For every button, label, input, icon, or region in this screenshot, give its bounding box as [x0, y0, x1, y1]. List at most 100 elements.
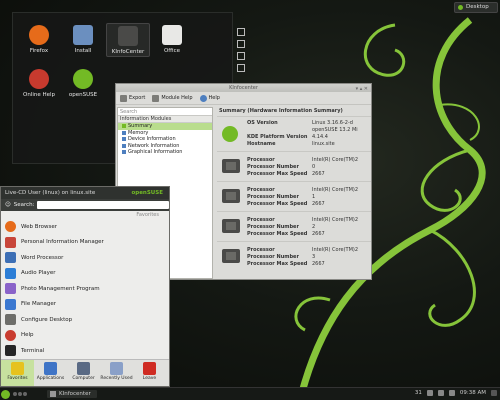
tab-label: Applications: [36, 376, 65, 381]
clock[interactable]: 09:38 AM: [460, 390, 486, 396]
launcher-item-pim[interactable]: Personal Information Manager: [1, 235, 169, 251]
notifications-icon[interactable]: [448, 390, 455, 396]
launcher-item-label: Photo Management Program: [21, 285, 100, 292]
audio-player-icon: [5, 267, 16, 279]
processor-number-key: Processor Number: [247, 194, 299, 200]
install-icon: [73, 25, 93, 45]
launcher-item-file-manager[interactable]: File Manager: [1, 297, 169, 313]
configure-desktop-icon: [5, 314, 16, 326]
processor-speed-value: 2667: [312, 201, 325, 207]
processor-block: Processor Intel(R) Core(TM)2 Processor Nu…: [217, 241, 371, 271]
photo-management-icon: [5, 283, 16, 295]
resize-icon[interactable]: [237, 28, 245, 36]
kde-version-row: KDE Platform Version 4.14.4: [247, 134, 371, 141]
window-titlebar[interactable]: KInfocenter ▾ ▴ ✕: [116, 84, 371, 92]
launcher-brand: openSUSE: [131, 190, 163, 196]
desktop-icon-label: Install: [74, 48, 92, 54]
desktop-1[interactable]: [13, 392, 17, 396]
module-search-input[interactable]: Search: [118, 108, 212, 116]
volume-icon[interactable]: [426, 390, 433, 396]
firefox-icon: [29, 25, 49, 45]
export-button[interactable]: Export: [120, 94, 145, 102]
launcher-item-label: Web Browser: [21, 223, 58, 230]
desktop-icon-kinfocenter[interactable]: KInfoCenter: [106, 23, 150, 57]
os-distro-row: openSUSE 13.2 Mi: [247, 127, 371, 134]
desktop-icon-firefox[interactable]: Firefox: [17, 25, 61, 54]
desktop-icon-opensuse[interactable]: openSUSE: [61, 69, 105, 98]
desktop-toolbox-button[interactable]: Desktop: [454, 2, 498, 13]
processor-speed-row: Processor Max Speed 2667: [247, 201, 371, 208]
processor-key: Processor: [247, 217, 275, 223]
tab-leave[interactable]: Leave: [133, 360, 166, 386]
launcher-item-configure-desktop[interactable]: Configure Desktop: [1, 312, 169, 328]
network-tray-icon[interactable]: [437, 390, 444, 396]
processor-key: Processor: [247, 247, 275, 253]
summary-title: Summary (Hardware Information Summary): [219, 108, 343, 114]
computer-icon: [77, 362, 90, 375]
processor-icon: [222, 249, 240, 263]
move-icon[interactable]: [237, 64, 245, 72]
pim-icon: [5, 236, 16, 248]
processor-number-key: Processor Number: [247, 254, 299, 260]
processor-block: Processor Intel(R) Core(TM)2 Processor Nu…: [217, 151, 371, 181]
window-buttons[interactable]: ▾ ▴ ✕: [356, 85, 368, 93]
processor-value: Intel(R) Core(TM)2: [312, 187, 359, 193]
launcher-item-photo-management[interactable]: Photo Management Program: [1, 281, 169, 297]
processor-number-value: 0: [312, 164, 316, 170]
module-label: Summary: [128, 123, 153, 129]
online-help-icon: [29, 69, 49, 89]
module-label: Memory: [128, 129, 149, 136]
processor-key: Processor: [247, 157, 275, 163]
tab-label: Favorites: [7, 376, 28, 381]
help-menu-button[interactable]: Help: [199, 94, 220, 102]
desktop-3[interactable]: [23, 392, 27, 396]
module-item-graphical-information[interactable]: Graphical Information: [118, 149, 212, 156]
system-tray: 31 09:38 AM: [415, 390, 497, 396]
virtual-desktop-pager[interactable]: [13, 392, 27, 396]
application-launcher-button[interactable]: [1, 389, 10, 399]
launcher-item-word-processor[interactable]: Word Processor: [1, 250, 169, 266]
hostname-value: linux.site: [312, 141, 335, 147]
launcher-search-input[interactable]: [37, 201, 169, 209]
web-browser-icon: [5, 221, 16, 233]
taskbar: KInfocenter 31 09:38 AM: [0, 387, 500, 400]
desktop-icon-label: Online Help: [22, 92, 56, 98]
processor-icon: [222, 159, 240, 173]
taskbar-task-kinfocenter[interactable]: KInfocenter: [47, 390, 97, 398]
folder-view-handle[interactable]: [237, 28, 247, 76]
hostname-key: Hostname: [247, 141, 276, 147]
processor-row: Processor Intel(R) Core(TM)2: [247, 247, 371, 254]
module-help-label: Module Help: [161, 95, 193, 101]
tab-computer[interactable]: Computer: [67, 360, 100, 386]
processor-number-row: Processor Number 0: [247, 164, 371, 171]
hostname-row: Hostname linux.site: [247, 141, 371, 148]
tab-applications[interactable]: Applications: [34, 360, 67, 386]
kinfocenter-icon: [118, 26, 138, 46]
module-label: Graphical Information: [128, 149, 183, 155]
office-icon: [162, 25, 182, 45]
desktop-icon-install[interactable]: Install: [61, 25, 105, 54]
recently-used-icon: [110, 362, 123, 375]
toolbar: Export Module Help Help: [116, 92, 371, 105]
desktop-icon-online-help[interactable]: Online Help: [17, 69, 61, 98]
launcher-item-label: Terminal: [21, 347, 45, 354]
settings-icon[interactable]: [237, 52, 245, 60]
launcher-item-audio-player[interactable]: Audio Player: [1, 266, 169, 282]
launcher-item-web-browser[interactable]: Web Browser: [1, 219, 169, 235]
application-launcher: Live-CD User (linux) on linux.site openS…: [0, 186, 170, 387]
processor-number-row: Processor Number 2: [247, 224, 371, 231]
rotate-icon[interactable]: [237, 40, 245, 48]
os-info-block: OS Version Linux 3.16.6-2-d openSUSE 13.2…: [217, 116, 371, 151]
desktop-icon-office[interactable]: Office: [150, 25, 194, 54]
opensuse-icon: [73, 69, 93, 89]
panel-toolbox-icon[interactable]: [491, 390, 497, 396]
launcher-item-terminal[interactable]: Terminal: [1, 343, 169, 359]
processor-speed-value: 2667: [312, 261, 325, 267]
module-help-button[interactable]: Module Help: [152, 94, 193, 102]
window-title: KInfocenter: [229, 85, 258, 91]
processor-number-row: Processor Number 1: [247, 194, 371, 201]
tab-favorites[interactable]: Favorites: [1, 360, 34, 386]
launcher-item-help[interactable]: Help: [1, 328, 169, 344]
desktop-2[interactable]: [18, 392, 22, 396]
tab-recently-used[interactable]: Recently Used: [100, 360, 133, 386]
